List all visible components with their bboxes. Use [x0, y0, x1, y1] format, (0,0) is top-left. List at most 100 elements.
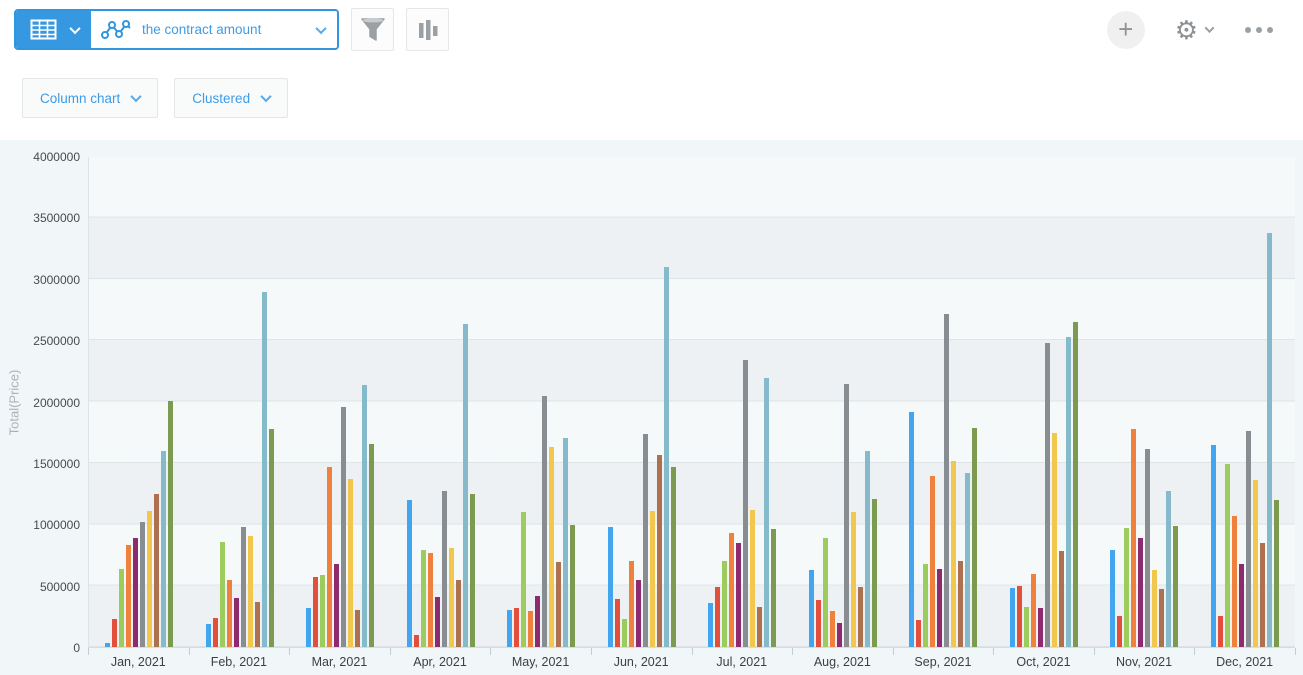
bar-series-5[interactable] — [1038, 608, 1043, 647]
bar-series-4[interactable] — [227, 580, 232, 647]
add-button[interactable]: + — [1107, 11, 1145, 49]
bar-series-6[interactable] — [542, 396, 547, 647]
bar-series-1[interactable] — [306, 608, 311, 647]
bar-series-6[interactable] — [1045, 343, 1050, 647]
bar-series-10[interactable] — [470, 494, 475, 647]
bar-series-3[interactable] — [220, 542, 225, 647]
bar-series-3[interactable] — [320, 575, 325, 647]
bar-series-1[interactable] — [608, 527, 613, 647]
bar-series-1[interactable] — [507, 610, 512, 647]
bar-series-5[interactable] — [937, 569, 942, 647]
bar-series-9[interactable] — [161, 451, 166, 647]
bar-series-4[interactable] — [126, 545, 131, 647]
bar-series-1[interactable] — [206, 624, 211, 647]
bar-series-7[interactable] — [851, 512, 856, 647]
settings-button[interactable]: ⚙ — [1175, 17, 1213, 43]
bar-series-1[interactable] — [909, 412, 914, 647]
bar-series-2[interactable] — [514, 608, 519, 647]
filter-button[interactable] — [351, 8, 394, 51]
bar-series-10[interactable] — [269, 429, 274, 647]
bar-series-2[interactable] — [1017, 586, 1022, 647]
bar-series-10[interactable] — [369, 444, 374, 647]
bar-series-6[interactable] — [341, 407, 346, 647]
bar-series-3[interactable] — [1024, 607, 1029, 647]
bar-series-5[interactable] — [535, 596, 540, 647]
bar-series-9[interactable] — [1166, 491, 1171, 647]
bar-series-7[interactable] — [549, 447, 554, 647]
bar-series-1[interactable] — [407, 500, 412, 647]
bar-series-8[interactable] — [1059, 551, 1064, 647]
bar-series-2[interactable] — [112, 619, 117, 647]
bar-series-9[interactable] — [262, 292, 267, 647]
bar-series-3[interactable] — [923, 564, 928, 647]
bar-series-4[interactable] — [729, 533, 734, 647]
bar-series-7[interactable] — [449, 548, 454, 647]
report-dropdown[interactable]: the contract amount — [91, 11, 337, 48]
bar-series-7[interactable] — [650, 511, 655, 647]
bar-series-7[interactable] — [1152, 570, 1157, 647]
bar-series-9[interactable] — [1267, 233, 1272, 647]
bar-series-3[interactable] — [521, 512, 526, 647]
bar-series-7[interactable] — [1052, 433, 1057, 647]
bar-series-6[interactable] — [140, 522, 145, 647]
bar-series-8[interactable] — [757, 607, 762, 647]
bar-series-1[interactable] — [708, 603, 713, 647]
bar-series-4[interactable] — [327, 467, 332, 647]
bar-series-2[interactable] — [916, 620, 921, 647]
chart-subtype-dropdown[interactable]: Clustered — [174, 78, 288, 118]
bar-series-1[interactable] — [105, 643, 110, 647]
bar-series-3[interactable] — [421, 550, 426, 647]
bar-series-10[interactable] — [972, 428, 977, 647]
bar-series-3[interactable] — [1225, 464, 1230, 647]
bar-series-5[interactable] — [1239, 564, 1244, 647]
bar-series-5[interactable] — [435, 597, 440, 647]
bar-series-10[interactable] — [1173, 526, 1178, 647]
bar-series-5[interactable] — [736, 543, 741, 647]
bar-series-5[interactable] — [837, 623, 842, 648]
dataset-selector[interactable]: the contract amount — [14, 9, 339, 50]
bar-series-2[interactable] — [313, 577, 318, 647]
bar-series-4[interactable] — [930, 476, 935, 648]
bar-series-9[interactable] — [563, 438, 568, 647]
bar-series-6[interactable] — [844, 384, 849, 647]
bar-series-6[interactable] — [442, 491, 447, 647]
bar-series-10[interactable] — [570, 525, 575, 648]
bar-series-9[interactable] — [965, 473, 970, 647]
bar-series-5[interactable] — [1138, 538, 1143, 647]
bar-series-7[interactable] — [750, 510, 755, 647]
bar-series-10[interactable] — [168, 401, 173, 647]
bar-series-7[interactable] — [1253, 480, 1258, 647]
bar-series-8[interactable] — [255, 602, 260, 647]
bar-series-6[interactable] — [1145, 449, 1150, 647]
bar-series-4[interactable] — [528, 611, 533, 647]
bar-series-2[interactable] — [715, 587, 720, 647]
chart-type-button[interactable] — [406, 8, 449, 51]
bar-series-4[interactable] — [629, 561, 634, 647]
bar-series-8[interactable] — [456, 580, 461, 647]
bar-series-2[interactable] — [615, 599, 620, 647]
bar-series-3[interactable] — [823, 538, 828, 647]
bar-series-6[interactable] — [643, 434, 648, 647]
bar-series-6[interactable] — [944, 314, 949, 647]
bar-series-5[interactable] — [334, 564, 339, 647]
bar-series-2[interactable] — [213, 618, 218, 647]
bar-series-1[interactable] — [1010, 588, 1015, 647]
bar-series-9[interactable] — [1066, 337, 1071, 647]
bar-series-1[interactable] — [1211, 445, 1216, 647]
bar-series-10[interactable] — [1274, 500, 1279, 647]
bar-series-4[interactable] — [428, 553, 433, 647]
bar-series-5[interactable] — [133, 538, 138, 647]
bar-series-10[interactable] — [771, 529, 776, 647]
bar-series-8[interactable] — [958, 561, 963, 647]
bar-series-10[interactable] — [1073, 322, 1078, 647]
more-options-button[interactable] — [1243, 21, 1275, 39]
bar-series-3[interactable] — [722, 561, 727, 647]
bar-series-7[interactable] — [248, 536, 253, 647]
bar-series-9[interactable] — [764, 378, 769, 648]
bar-series-2[interactable] — [1117, 616, 1122, 647]
bar-series-2[interactable] — [1218, 616, 1223, 647]
bar-series-3[interactable] — [119, 569, 124, 647]
bar-series-1[interactable] — [809, 570, 814, 647]
bar-series-2[interactable] — [816, 600, 821, 647]
bar-series-9[interactable] — [362, 385, 367, 647]
